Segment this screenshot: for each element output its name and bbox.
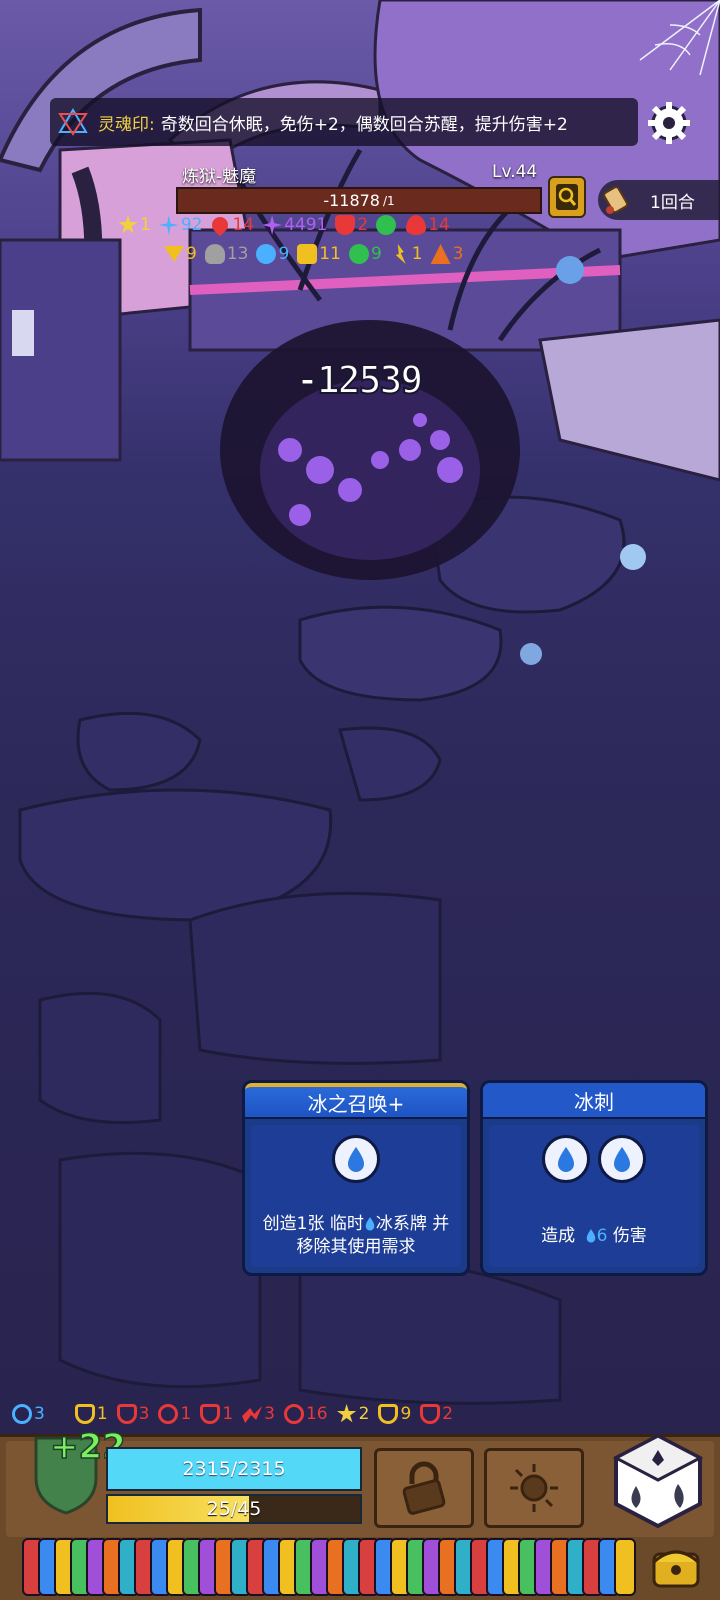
water-drop-slot — [598, 1135, 646, 1183]
status-doom[interactable]: 13 — [204, 244, 248, 264]
card-description: 创造1张 临时 冰系牌 并 移除其使用需求 — [262, 1214, 450, 1257]
shield-sword-icon — [420, 1404, 441, 1424]
round-counter: 1回合 — [598, 180, 720, 220]
enemy-status-row-1: 1 92 14 4491 2 14 — [118, 213, 458, 237]
buff-star[interactable]: 2 — [337, 1404, 369, 1424]
enemy-info-button[interactable] — [548, 176, 586, 218]
battle-background — [0, 0, 720, 1600]
dice-icon[interactable] — [608, 1430, 708, 1530]
round-label: 1回合 — [650, 192, 695, 213]
status-poison[interactable] — [376, 215, 398, 235]
status-star[interactable]: 1 — [118, 215, 151, 235]
poison-icon — [376, 215, 397, 235]
player-hp-text: 2315/2315 — [182, 1458, 286, 1480]
status-silence[interactable]: 9 — [256, 244, 289, 264]
status-lock[interactable]: 11 — [297, 244, 341, 264]
status-magma[interactable]: 3 — [430, 244, 463, 264]
scroll-icon — [603, 186, 628, 214]
water-drop-icon — [558, 1147, 574, 1172]
discard-button[interactable] — [484, 1448, 584, 1528]
card-ice-summon[interactable]: 冰之召唤+ 创造1张 临时 冰系牌 并 移除其使用需求 — [242, 1080, 470, 1276]
player-hp-bar: 2315/2315 — [106, 1447, 362, 1491]
status-toxin[interactable]: 9 — [348, 244, 382, 264]
water-drop-slot — [332, 1135, 380, 1183]
card-cost — [489, 1135, 699, 1183]
player-energy-text: 25/45 — [206, 1498, 262, 1520]
star-icon — [118, 215, 138, 234]
status-burn[interactable]: 14 — [406, 215, 450, 235]
water-drop-icon — [586, 1229, 595, 1243]
soul-seal-bar: 灵魂印: 奇数回合休眠，免伤+2，偶数回合苏醒，提升伤害+2 — [50, 98, 638, 146]
blood-drop-icon — [209, 213, 232, 237]
crosshair-icon — [158, 1404, 179, 1424]
damage-popup: -12539 — [295, 357, 424, 403]
star-icon — [337, 1404, 357, 1423]
enemy-hp-sub: /1 — [382, 193, 395, 208]
fire-mountain-icon — [430, 244, 451, 264]
status-heart-shield[interactable]: 2 — [335, 215, 368, 235]
enemy-hp-value: -11878 — [323, 191, 380, 210]
enemy-status-row-2: 9 13 9 11 9 1 3 — [164, 244, 471, 264]
enemy-hp-bar: -11878 /1 — [176, 187, 542, 214]
chat-bubble-icon — [256, 244, 277, 264]
chevron-weak-icon — [164, 246, 184, 262]
soul-seal-label: 灵魂印: — [98, 114, 155, 135]
card-title: 冰之召唤+ — [245, 1083, 467, 1119]
card-body: 造成 6 伤害 — [489, 1125, 699, 1267]
poison-swirl-icon — [348, 244, 369, 264]
skull-icon — [204, 244, 225, 264]
water-drop-icon — [614, 1147, 630, 1172]
soul-seal-text: 奇数回合休眠，免伤+2，偶数回合苏醒，提升伤害+2 — [160, 114, 568, 135]
card-description: 造成 6 伤害 — [541, 1226, 647, 1246]
status-frost[interactable]: 92 — [158, 215, 202, 235]
heart-shield-icon — [335, 215, 356, 235]
spark-icon — [395, 244, 406, 264]
sword-shield-icon — [200, 1404, 221, 1424]
card-title: 冰刺 — [483, 1083, 705, 1119]
flame-icon — [406, 215, 427, 235]
status-spark[interactable]: 1 — [390, 244, 423, 264]
explosion-icon — [510, 1464, 558, 1512]
purple-burst-icon — [262, 215, 283, 235]
buff-slash[interactable]: 3 — [242, 1404, 275, 1424]
status-weak[interactable]: 9 — [164, 244, 197, 264]
hexagram-icon — [58, 108, 88, 136]
magnifier-book-icon — [556, 184, 578, 210]
lock-icon — [297, 244, 318, 264]
treasure-chest-icon[interactable] — [650, 1540, 702, 1590]
buff-shield-sword[interactable]: 2 — [420, 1404, 453, 1424]
deck-card — [614, 1538, 636, 1596]
buff-shield-ring[interactable]: 9 — [378, 1404, 411, 1424]
buff-crosshair[interactable]: 1 — [158, 1404, 191, 1424]
slash-icon — [242, 1406, 263, 1423]
buff-sword-shield[interactable]: 1 — [200, 1404, 233, 1424]
snowflake-icon — [158, 215, 179, 235]
status-shadow[interactable]: 4491 — [262, 215, 327, 235]
status-bleed[interactable]: 14 — [209, 213, 254, 237]
padlock-icon — [402, 1461, 446, 1515]
buff-spiral[interactable]: 16 — [283, 1404, 328, 1424]
settings-gear-icon[interactable] — [646, 100, 692, 146]
card-cost — [251, 1135, 461, 1183]
deck-card-stack[interactable] — [22, 1538, 700, 1596]
enemy-name: 炼狱-魅魔 — [182, 167, 257, 187]
spiral-icon — [283, 1404, 304, 1424]
water-drop-icon — [365, 1217, 375, 1231]
card-ice-spike[interactable]: 冰刺 造成 6 伤害 — [480, 1080, 708, 1276]
water-drop-icon — [348, 1147, 364, 1172]
water-drop-slot — [542, 1135, 590, 1183]
enemy-level: Lv.44 — [492, 162, 538, 182]
lock-cards-button[interactable] — [374, 1448, 474, 1528]
shield-ring-icon — [378, 1404, 399, 1424]
player-energy-bar: 25/45 — [106, 1494, 362, 1524]
card-body: 创造1张 临时 冰系牌 并 移除其使用需求 — [251, 1125, 461, 1267]
